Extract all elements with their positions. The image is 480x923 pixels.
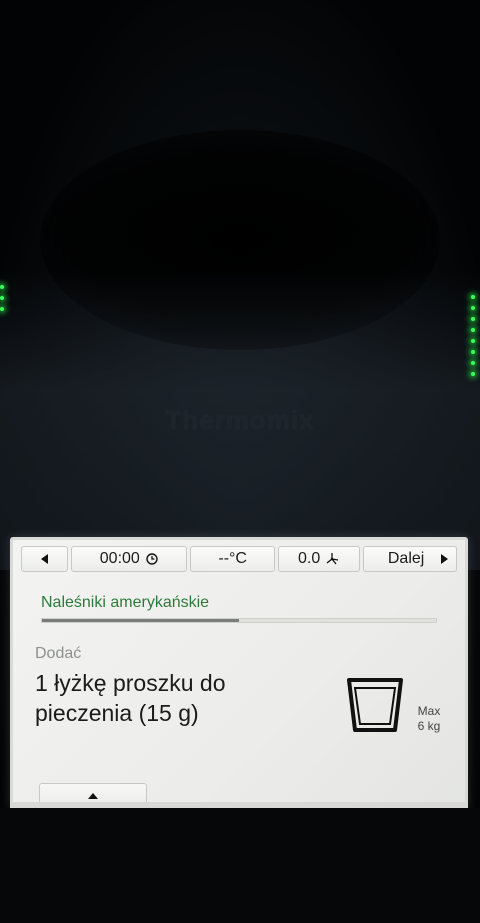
top-toolbar: 00:00 --°C 0.0 Dalej (21, 546, 457, 574)
cup-icon (347, 678, 403, 732)
fan-icon (326, 553, 339, 565)
led (0, 296, 4, 300)
led (0, 285, 4, 289)
led (471, 372, 475, 376)
led (471, 295, 475, 299)
recipe-progress-fill (42, 619, 239, 622)
triangle-up-icon (88, 793, 98, 799)
device-scene: Thermomix 00:00 --°C 0.0 Dalej Naleśniki… (0, 0, 480, 923)
clock-icon (146, 553, 158, 565)
back-button[interactable] (21, 546, 68, 572)
speed-button[interactable]: 0.0 (278, 546, 360, 572)
temperature-button[interactable]: --°C (190, 546, 276, 572)
temperature-value: --°C (218, 550, 247, 567)
led (471, 328, 475, 332)
step-label: Dodać (35, 645, 82, 662)
led-strip-left (0, 285, 6, 318)
brand-logo: Thermomix (165, 405, 315, 435)
led (471, 361, 475, 365)
led (0, 307, 4, 311)
touch-screen: 00:00 --°C 0.0 Dalej Naleśniki amerykańs… (10, 537, 468, 811)
led (471, 317, 475, 321)
triangle-left-icon (40, 554, 48, 564)
max-value: 6 kg (417, 719, 441, 733)
led (471, 306, 475, 310)
triangle-right-icon (440, 554, 448, 564)
next-button[interactable]: Dalej (362, 546, 457, 572)
recipe-title: Naleśniki amerykańskie (41, 594, 210, 611)
time-value: 00:00 (99, 550, 140, 567)
scale-max-label: Max 6 kg (409, 704, 449, 734)
max-text: Max (417, 704, 441, 718)
led-strip-right (471, 295, 477, 383)
speed-value: 0.0 (298, 550, 321, 567)
step-instruction: 1 łyżkę proszku do pieczenia (15 g) (35, 670, 226, 726)
time-button[interactable]: 00:00 (70, 546, 187, 572)
led (471, 339, 475, 343)
lower-bezel (0, 808, 480, 923)
led (471, 350, 475, 354)
next-label: Dalej (387, 550, 425, 567)
recipe-progress-bar (41, 618, 437, 623)
